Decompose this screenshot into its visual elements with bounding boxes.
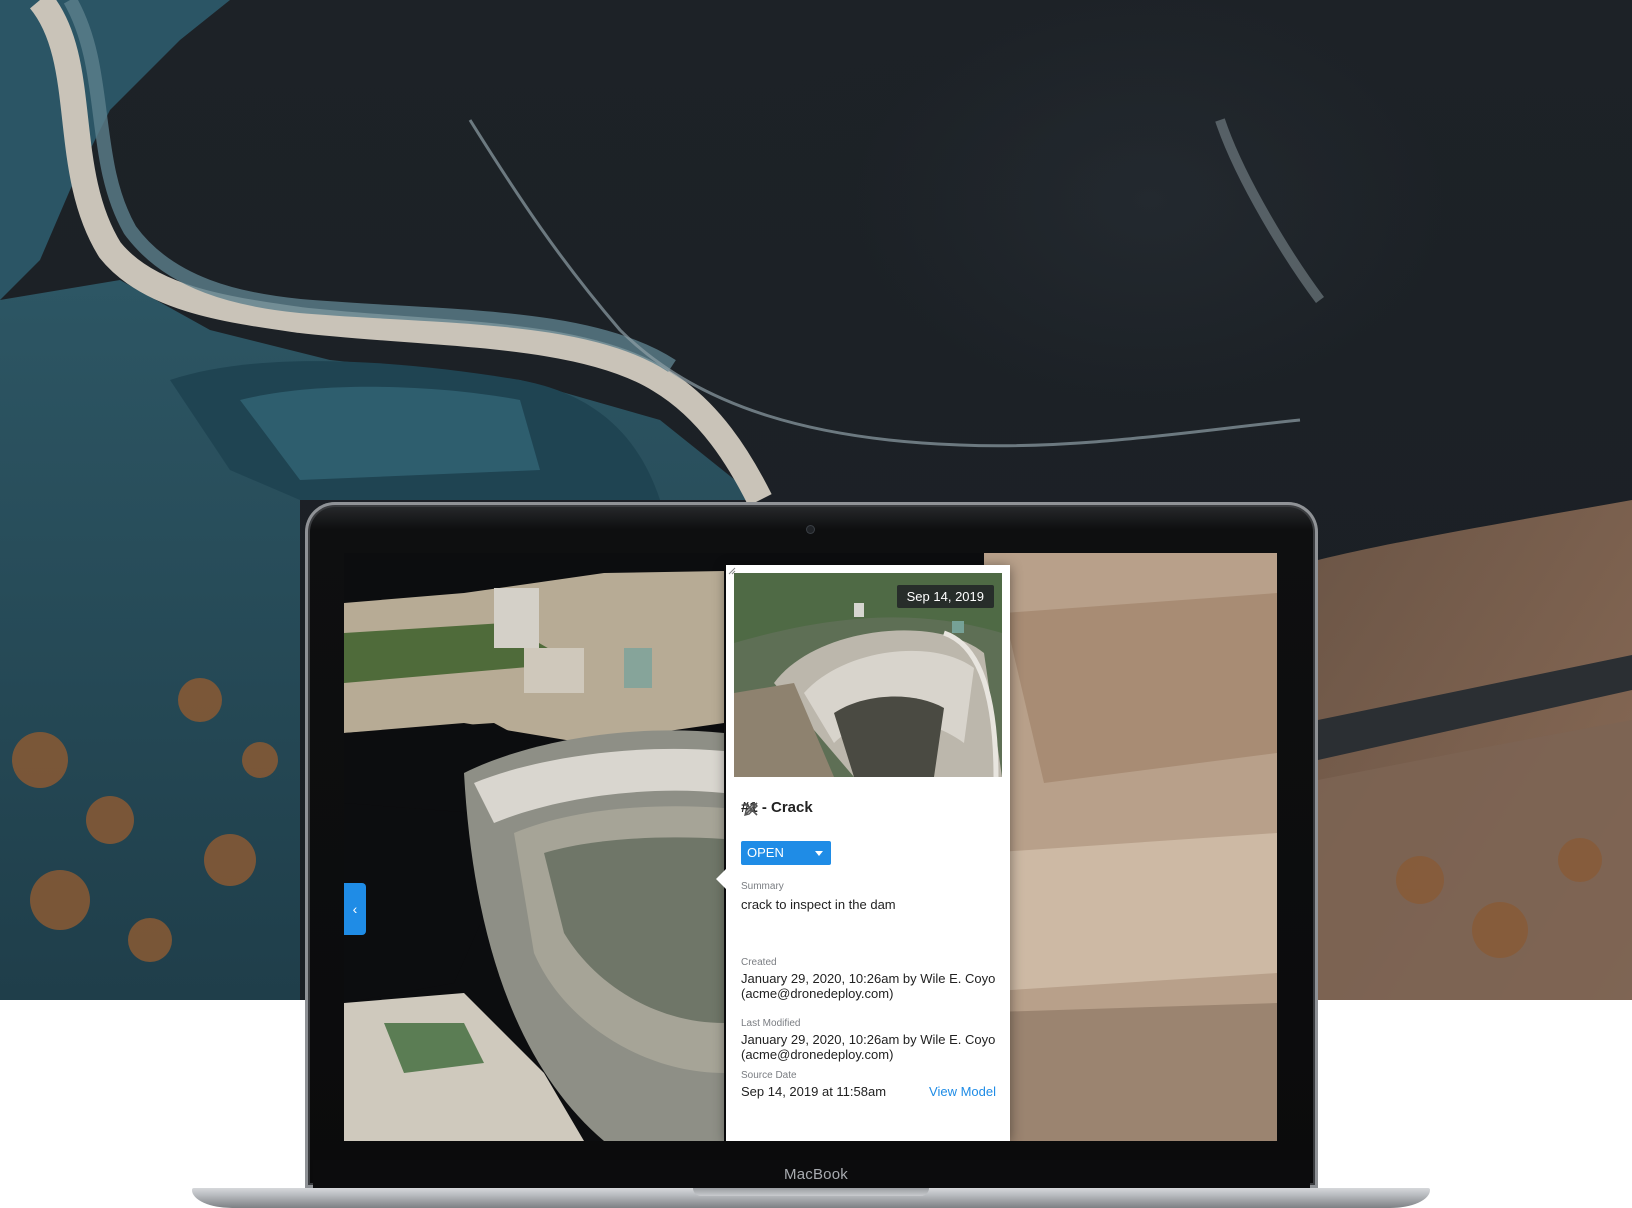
last-modified-label: Last Modified [741,1018,801,1029]
status-dropdown[interactable]: OPEN [741,841,831,865]
card-pointer [716,869,726,889]
webcam-icon [807,526,814,533]
last-modified-value: January 29, 2020, 10:26am by Wile E. Coy… [741,1032,996,1062]
summary-label: Summary [741,881,784,892]
laptop-lid-notch [693,1188,929,1196]
source-date-label: Source Date [741,1070,797,1081]
photo-date-badge: Sep 14, 2019 [896,585,994,608]
issue-title-row: #1 - Crack [741,799,997,821]
laptop-brand-label: MacBook [784,1166,848,1183]
source-date-value: Sep 14, 2019 at 11:58am [741,1084,887,1099]
issue-detail-card: Sep 14, 2019 #1 - Crack OPEN Summary cra… [716,565,1010,1141]
close-icon[interactable] [741,799,761,819]
status-value: OPEN [747,845,784,860]
panel-toggle-button[interactable]: ‹ [344,883,366,935]
view-model-link[interactable]: View Model [929,1084,996,1099]
created-value: January 29, 2020, 10:26am by Wile E. Coy… [741,971,996,1001]
created-label: Created [741,957,777,968]
resize-grip-icon[interactable] [726,565,736,575]
summary-field[interactable]: crack to inspect in the dam [741,897,997,947]
laptop-screen: ‹ Sep 14, 2019 #1 - Crack OPEN Summary c… [344,553,1277,1141]
caret-down-icon [815,851,823,856]
issue-photo[interactable]: Sep 14, 2019 [734,573,1002,777]
chevron-left-icon: ‹ [352,901,358,917]
